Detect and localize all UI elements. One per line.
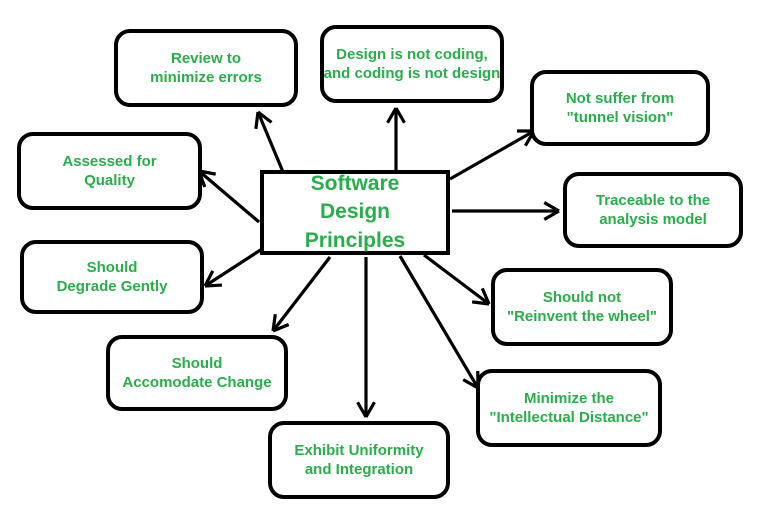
node-minimize-the-intellectual-distance[interactable]: Minimize the "Intellectual Distance" [476, 369, 662, 447]
arrow-to-should-degrade-gently [203, 247, 263, 288]
node-not-suffer-from-tunnel-vision[interactable]: Not suffer from "tunnel vision" [530, 70, 710, 146]
arrow-head-barb [271, 313, 277, 332]
arrow-shaft [204, 247, 263, 288]
node-label-line: Review to [170, 49, 242, 67]
node-label-line: "Reinvent the wheel" [506, 308, 658, 325]
arrow-head-barb [543, 209, 560, 221]
node-exhibit-uniformity-and-integration[interactable]: Exhibit Uniformity and Integration [268, 421, 450, 499]
node-label-line: "Intellectual Distance" [489, 409, 649, 426]
arrow-to-assessed-for-quality [197, 169, 261, 224]
node-label-line: Should [86, 258, 138, 276]
node-label-line: Should [171, 354, 223, 372]
node-label-line: Accomodate Change [122, 374, 272, 391]
arrow-to-review-to-minimize-errors [254, 110, 285, 173]
arrow-to-minimize-the-intellectual-distance [398, 255, 480, 390]
arrow-shaft [271, 256, 332, 332]
node-label-line: Design [319, 200, 390, 224]
arrow-shaft [256, 111, 285, 173]
arrow-head-barb [254, 111, 260, 130]
node-label-line: Should not [542, 288, 622, 306]
arrow-shaft [197, 169, 261, 224]
node-label-line: analysis model [599, 211, 707, 228]
node-label-line: Quality [84, 172, 135, 189]
node-label-line: minimize errors [150, 69, 262, 86]
node-label-line: Not suffer from [565, 89, 675, 107]
node-review-to-minimize-errors[interactable]: Review to minimize errors [114, 29, 298, 107]
diagram-canvas: Software Design Principles Review to minimiz… [0, 0, 766, 517]
center-node-software-design-principles[interactable]: Software Design Principles [260, 170, 450, 255]
arrow-shaft [398, 255, 480, 389]
node-should-accomodate-change[interactable]: Should Accomodate Change [106, 335, 288, 411]
arrow-head-barb [203, 270, 215, 287]
node-label-line: Traceable to the [595, 191, 711, 209]
arrow-to-traceable-to-the-analysis-model [452, 201, 560, 221]
arrow-head-barb [272, 322, 290, 333]
arrow-head-barb [257, 110, 273, 124]
node-label-line: Minimize the [523, 389, 614, 407]
node-assessed-for-quality[interactable]: Assessed for Quality [17, 132, 202, 210]
arrow-head-barb [394, 107, 406, 124]
node-traceable-to-the-analysis-model[interactable]: Traceable to the analysis model [563, 172, 743, 248]
arrow-to-should-not-reinvent-the-wheel [423, 253, 491, 306]
arrow-head-barb [364, 401, 376, 418]
arrow-to-exhibit-uniformity-and-integration [356, 257, 376, 418]
arrow-head-barb [204, 283, 223, 288]
node-label-line: Design is not coding, [336, 45, 488, 63]
node-label-line: "tunnel vision" [566, 109, 674, 126]
node-label-line: Degrade Gently [56, 278, 168, 295]
arrow-shaft [449, 129, 535, 181]
node-design-is-not-coding[interactable]: Design is not coding, and coding is not d… [320, 25, 504, 103]
arrow-to-design-is-not-coding [386, 107, 406, 171]
node-label-line: Principles [304, 228, 406, 252]
node-label-line: Exhibit Uniformity [294, 441, 424, 459]
arrow-head-barb [386, 107, 398, 124]
node-label-line: and coding is not design [323, 65, 501, 82]
node-label-line: Software [310, 171, 400, 195]
arrow-head-barb [356, 401, 368, 418]
arrow-head-barb [480, 287, 491, 305]
arrow-head-barb [471, 300, 490, 306]
node-label-line: Assessed for [62, 152, 157, 170]
arrow-head-barb [543, 201, 560, 213]
node-should-degrade-gently[interactable]: Should Degrade Gently [20, 240, 204, 314]
node-should-not-reinvent-the-wheel[interactable]: Should not "Reinvent the wheel" [491, 268, 673, 346]
arrow-to-should-accomodate-change [271, 256, 332, 333]
node-label-line: and Integration [304, 461, 414, 478]
arrow-shaft [423, 253, 490, 306]
arrow-to-not-suffer-from-tunnel-vision [449, 129, 536, 181]
